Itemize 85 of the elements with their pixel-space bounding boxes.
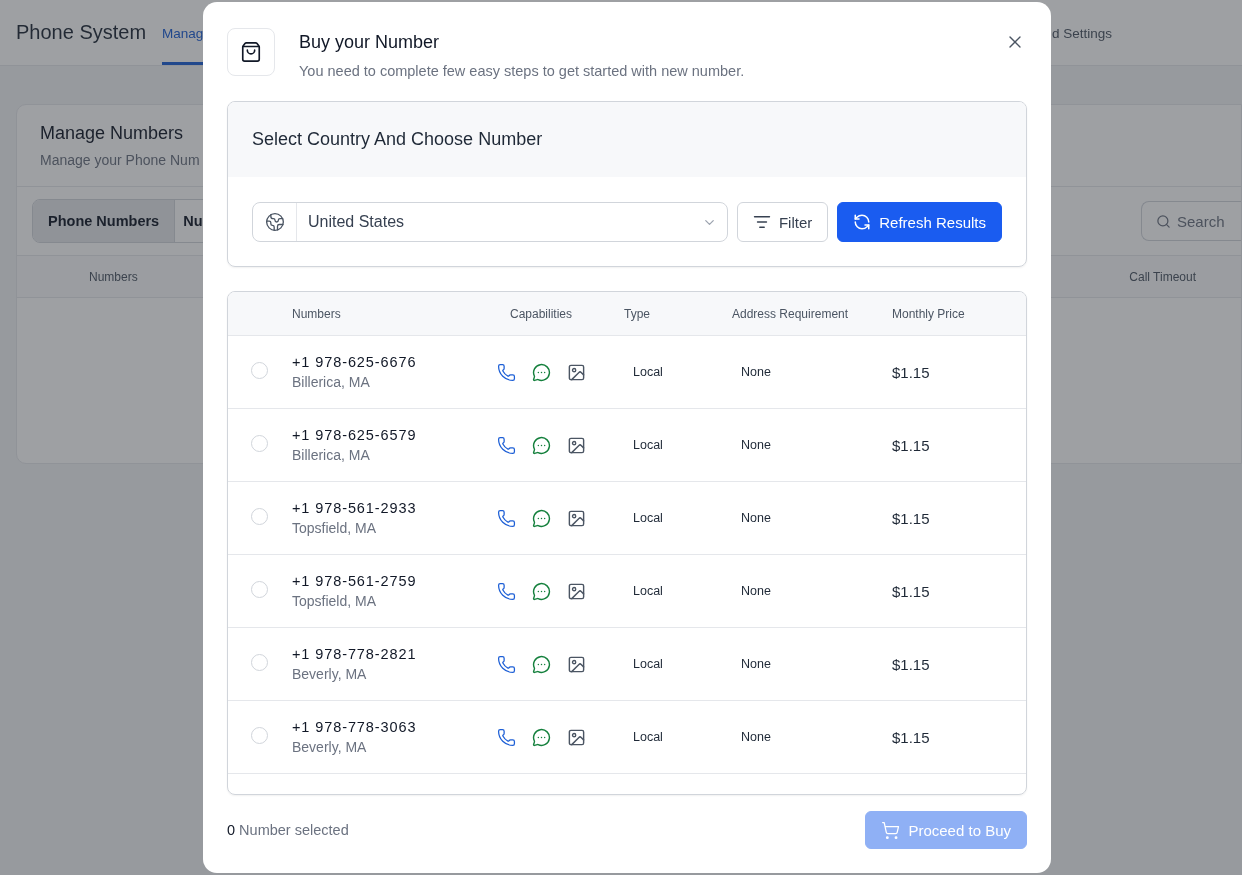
column-header: Monthly Price: [892, 306, 966, 321]
chat-icon: [531, 727, 551, 747]
column-header: Address Requirement: [731, 306, 850, 321]
filter-button[interactable]: Filter: [736, 202, 829, 242]
modal-subtitle: You need to complete few easy steps to get started with new number.: [299, 63, 745, 79]
row-radio[interactable]: [251, 435, 268, 452]
image-icon: [566, 727, 586, 747]
table-row[interactable]: +1 978-625-6676 Billerica, MA Local None $1.15: [228, 336, 1026, 409]
app-title: Phone System: [16, 20, 147, 45]
row-radio[interactable]: [251, 362, 268, 379]
row-radio[interactable]: [251, 581, 268, 598]
column-header: Capabilities: [508, 306, 573, 321]
number-location: Beverly, MA: [292, 666, 368, 682]
modal-title: Buy your Number: [299, 32, 441, 53]
table-row[interactable]: +1 978-778-3063 Beverly, MA Local None $1.15: [228, 701, 1026, 774]
image-icon: [566, 654, 586, 674]
table-cell-text: $1.15: [892, 728, 931, 746]
refresh-button[interactable]: Refresh Results: [837, 202, 1002, 242]
number-location: Beverly, MA: [292, 739, 368, 755]
search-icon: [1156, 213, 1171, 229]
table-cell-text: Local: [632, 438, 664, 452]
chat-icon: [531, 435, 551, 455]
number-location: Topsfield, MA: [292, 593, 378, 609]
table-cell-text: None: [740, 730, 772, 744]
phone-icon: [496, 727, 516, 747]
column-header: Numbers: [89, 269, 138, 284]
row-radio[interactable]: [251, 654, 268, 671]
globe-icon: [264, 212, 285, 232]
phone-icon: [496, 654, 516, 674]
phone-number: +1 978-625-6579: [292, 427, 418, 443]
column-header: Type: [623, 306, 651, 321]
table-cell-text: $1.15: [892, 582, 931, 600]
table-cell-text: Local: [632, 584, 664, 598]
table-cell-text: None: [740, 438, 772, 452]
chat-icon: [531, 508, 551, 528]
table-row[interactable]: +1 978-561-2933 Topsfield, MA Local None $1.15: [228, 482, 1026, 555]
chat-icon: [531, 362, 551, 382]
table-cell-text: $1.15: [892, 436, 931, 454]
refresh-icon: [853, 213, 872, 231]
table-cell-text: Local: [632, 511, 664, 525]
table-cell-text: $1.15: [892, 655, 931, 673]
table-cell-text: Local: [632, 365, 664, 379]
image-icon: [566, 362, 586, 382]
card-title: Manage Numbers: [40, 123, 184, 144]
filter-icon: [752, 213, 771, 231]
phone-icon: [496, 435, 516, 455]
phone-icon: [496, 508, 516, 528]
country-select[interactable]: United States: [252, 202, 728, 242]
phone-number: +1 978-561-2759: [292, 573, 418, 589]
table-cell-text: Local: [632, 657, 664, 671]
phone-number: +1 978-561-2933: [292, 500, 418, 516]
table-cell-text: None: [740, 584, 772, 598]
table-cell-text: None: [740, 511, 772, 525]
phone-icon: [496, 362, 516, 382]
column-header: Numbers: [292, 306, 342, 321]
chat-icon: [531, 581, 551, 601]
number-location: Topsfield, MA: [292, 520, 378, 536]
image-icon: [566, 508, 586, 528]
cart-icon: [881, 820, 901, 840]
row-radio[interactable]: [251, 508, 268, 525]
column-header: Call Timeout: [1129, 269, 1196, 284]
table-row[interactable]: +1 978-561-2759 Topsfield, MA Local None $1.15: [228, 555, 1026, 628]
table-cell-text: None: [740, 657, 772, 671]
table-cell-text: Local: [632, 730, 664, 744]
image-icon: [566, 435, 586, 455]
section-title: Select Country And Choose Number: [252, 129, 543, 150]
chat-icon: [531, 654, 551, 674]
number-location: Billerica, MA: [292, 374, 371, 390]
phone-number: +1 978-778-2821: [292, 646, 418, 662]
nav-tab[interactable]: d Settings: [1052, 0, 1113, 65]
segment-tab[interactable]: Phone Numbers: [33, 200, 176, 242]
number-location: Billerica, MA: [292, 447, 371, 463]
row-radio[interactable]: [251, 727, 268, 744]
table-row[interactable]: +1 978-778-2821 Beverly, MA Local None $1.15: [228, 628, 1026, 701]
card-subtitle: Manage your Phone Num: [40, 152, 201, 168]
selection-count: 0 Number selected: [227, 822, 349, 838]
phone-icon: [496, 581, 516, 601]
shopping-bag-icon: [240, 41, 262, 63]
phone-number: +1 978-625-6676: [292, 354, 418, 370]
table-cell-text: None: [740, 365, 772, 379]
image-icon: [566, 581, 586, 601]
table-row[interactable]: +1 978-625-6579 Billerica, MA Local None $1.15: [228, 409, 1026, 482]
table-cell-text: $1.15: [892, 363, 931, 381]
table-cell-text: $1.15: [892, 509, 931, 527]
phone-number: +1 978-778-3063: [292, 719, 418, 735]
